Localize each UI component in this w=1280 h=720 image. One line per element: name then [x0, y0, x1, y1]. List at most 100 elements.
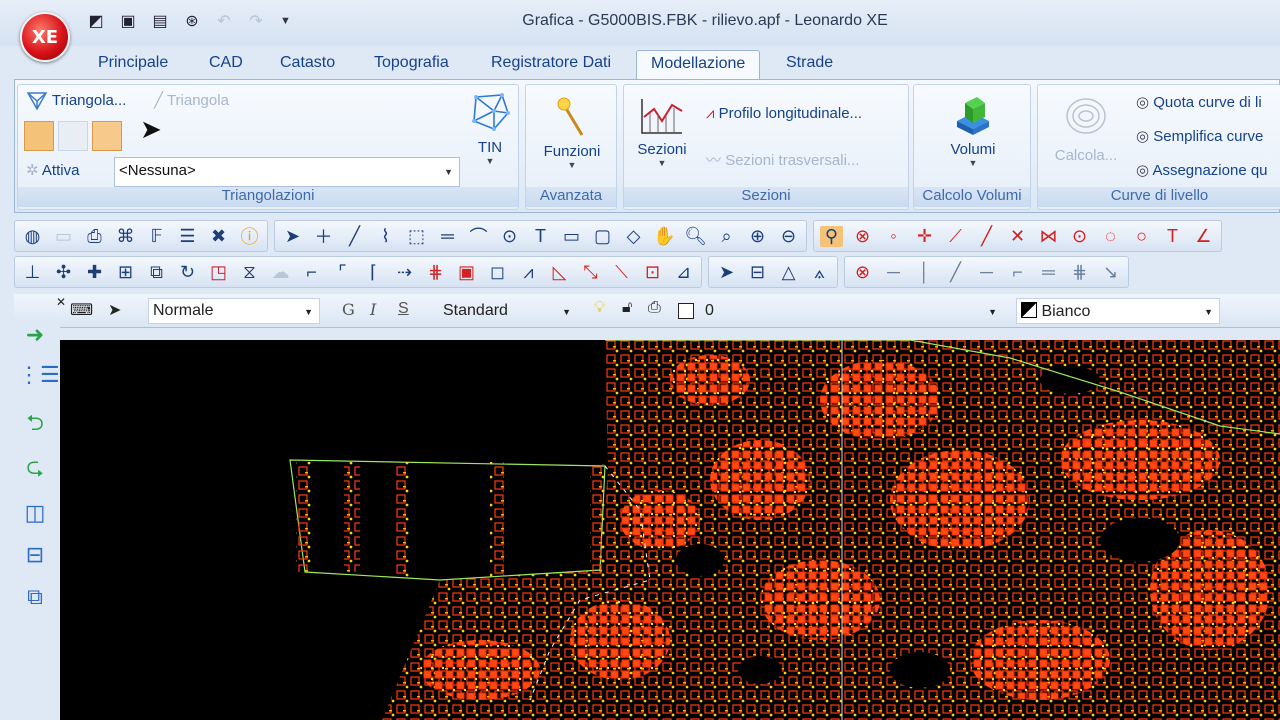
split-vertical-icon[interactable]: ◫ [18, 496, 52, 530]
snap-mode-horizontal-icon[interactable]: ─ [975, 262, 998, 283]
text-style-select[interactable]: Standard ▼ [438, 298, 578, 324]
snap-apparent-icon[interactable]: ⋈ [1037, 226, 1060, 247]
zoom-in-icon[interactable]: ⊕ [746, 226, 769, 247]
italic-toggle[interactable]: I [370, 300, 376, 319]
line-icon[interactable]: ╱ [343, 226, 366, 247]
polyline-icon[interactable]: ⌇ [374, 226, 397, 247]
tin-fill-icon[interactable] [24, 121, 54, 151]
application-menu-button[interactable]: XE [20, 12, 70, 62]
fillet-icon[interactable]: ⌜ [331, 262, 354, 283]
polygon-icon[interactable]: ⬚ [405, 226, 428, 247]
snap-quadrant-icon[interactable]: ◌ [1099, 226, 1122, 247]
list-icon[interactable]: ☰ [176, 226, 199, 247]
quota-curve-button[interactable]: ◎ Quota curve di li [1136, 93, 1262, 111]
select-icon[interactable]: ➤ [715, 262, 738, 283]
tab-catasto[interactable]: Catasto [266, 50, 349, 80]
zoom-out-icon[interactable]: ⊖ [777, 226, 800, 247]
close-icon[interactable]: ✕ [56, 295, 66, 309]
snap-center-icon[interactable]: ⊙ [1068, 226, 1091, 247]
tab-topografia[interactable]: Topografia [360, 50, 463, 80]
snap-mode-arrow-icon[interactable]: ↘ [1099, 262, 1122, 283]
cascade-windows-icon[interactable]: ⧉ [18, 580, 52, 614]
hatch-icon[interactable]: ⊿ [672, 262, 695, 283]
mirror-icon[interactable]: ⧖ [238, 262, 261, 283]
window-forward-icon[interactable]: ⮎ [18, 450, 52, 484]
snap-endpoint-icon[interactable]: ⟋ [944, 226, 967, 247]
extend-icon[interactable]: ⇢ [393, 262, 416, 283]
window-back-icon[interactable]: ⮌ [18, 406, 52, 440]
scale-icon[interactable]: ⧉ [145, 262, 168, 283]
drawing-canvas[interactable] [60, 340, 1280, 720]
info-icon[interactable]: ⓘ [238, 223, 261, 249]
array-icon[interactable]: ⊞ [114, 262, 137, 283]
line-style-select[interactable]: Normale ▼ [148, 298, 320, 324]
point-icon[interactable]: ＋ [312, 223, 335, 249]
snap-tangent-icon[interactable]: ○ [1130, 226, 1153, 247]
tab-principale[interactable]: Principale [84, 50, 182, 80]
triangola-dialog-button[interactable]: Triangola... [26, 91, 126, 111]
snap-mode-diagonal-icon[interactable]: ╱ [944, 262, 967, 283]
attiva-select[interactable]: <Nessuna> ▼ [114, 157, 460, 187]
select-polygon-icon[interactable]: △ [777, 262, 800, 283]
break-icon[interactable]: ⋕ [424, 262, 447, 283]
copy-icon[interactable]: ✚ [83, 262, 106, 283]
snap-cross-icon[interactable]: ✛ [913, 226, 936, 247]
snap-text-icon[interactable]: T [1161, 226, 1184, 247]
assegnazione-quote-button[interactable]: ◎ Assegnazione qu [1136, 161, 1268, 179]
tab-modellazione[interactable]: Modellazione [636, 50, 761, 80]
printer-layer-icon[interactable]: ⎙ [648, 299, 661, 317]
funzioni-button[interactable]: Funzioni ▼ [526, 93, 618, 170]
chamfer-icon[interactable]: ⌈ [362, 262, 385, 283]
tab-cad[interactable]: CAD [195, 50, 257, 80]
rectangle-icon[interactable]: ▭ [560, 226, 583, 247]
cloud-icon[interactable]: ☁ [269, 262, 292, 283]
pointer-icon[interactable]: ➤ [108, 300, 121, 320]
chart-icon[interactable]: ⩘ [517, 262, 540, 283]
corner-icon[interactable]: ◺ [548, 262, 571, 283]
pan-hand-icon[interactable]: ✋ [653, 226, 676, 247]
zoom-icon[interactable]: 🔍︎ [684, 226, 707, 247]
circle-icon[interactable]: ⊙ [498, 226, 521, 247]
triangola-button[interactable]: ╱ Triangola [154, 91, 229, 109]
lightbulb-icon[interactable]: 💡︎ [594, 299, 605, 317]
select-fence-icon[interactable]: ⟑ [808, 262, 831, 283]
stretch-icon[interactable]: ◳ [207, 262, 230, 283]
select-window-icon[interactable]: ⊟ [746, 262, 769, 283]
square-icon[interactable]: ◻ [486, 262, 509, 283]
zoom-window-icon[interactable]: ⌕ [715, 226, 738, 247]
arrow-right-icon[interactable]: ➜ [18, 318, 52, 352]
sezioni-trasversali-button[interactable]: 〰 Sezioni trasversali... [706, 149, 859, 170]
font-icon[interactable]: 𝔽 [145, 226, 168, 247]
rotate-icon[interactable]: ↻ [176, 262, 199, 283]
snap-off-icon[interactable]: ⊗ [851, 226, 874, 247]
keyboard-icon[interactable]: ⌨ [70, 300, 93, 320]
select-arrow-icon[interactable]: ➤ [281, 226, 304, 247]
frame-icon[interactable]: ▢ [591, 226, 614, 247]
tin-copy-icon[interactable] [58, 121, 88, 151]
tools-icon[interactable]: ✖ [207, 226, 230, 247]
bold-toggle[interactable]: G [342, 300, 355, 319]
region-icon[interactable]: ⊡ [641, 262, 664, 283]
snap-mode-line-icon[interactable]: ─ [882, 262, 905, 283]
snap-mode-corner-icon[interactable]: ⌐ [1006, 262, 1029, 283]
arc-icon[interactable]: ⌒ [467, 223, 490, 249]
printer-icon[interactable]: ⎙ [83, 226, 106, 247]
color-select[interactable]: Bianco ▼ [1016, 298, 1220, 324]
snap-mode-grid-icon[interactable]: ⋕ [1068, 262, 1091, 283]
snap-midpoint-icon[interactable]: ╱ [975, 226, 998, 247]
trim-icon[interactable]: ⌐ [300, 262, 323, 283]
snap-magnet-icon[interactable]: ⚲ [820, 225, 843, 247]
text-icon[interactable]: T [529, 226, 552, 247]
snap-mode-parallel-icon[interactable]: ═ [1037, 262, 1060, 283]
snap-mode-vertical-icon[interactable]: │ [913, 262, 936, 283]
double-line-icon[interactable]: ═ [436, 226, 459, 247]
layer-select[interactable]: 0 ▼ [700, 298, 1004, 324]
coordinate-icon[interactable]: ⊥ [21, 262, 44, 283]
sezioni-button[interactable]: Sezioni ▼ [630, 95, 694, 168]
diamond-icon[interactable]: ◇ [622, 226, 645, 247]
lock-icon[interactable]: 🔓︎ [622, 299, 632, 317]
snap-point-icon[interactable]: ◦ [882, 226, 905, 247]
strikeout-toggle[interactable]: S [398, 300, 409, 318]
block-icon[interactable]: ▣ [455, 262, 478, 283]
snap-intersection-icon[interactable]: ✕ [1006, 226, 1029, 247]
